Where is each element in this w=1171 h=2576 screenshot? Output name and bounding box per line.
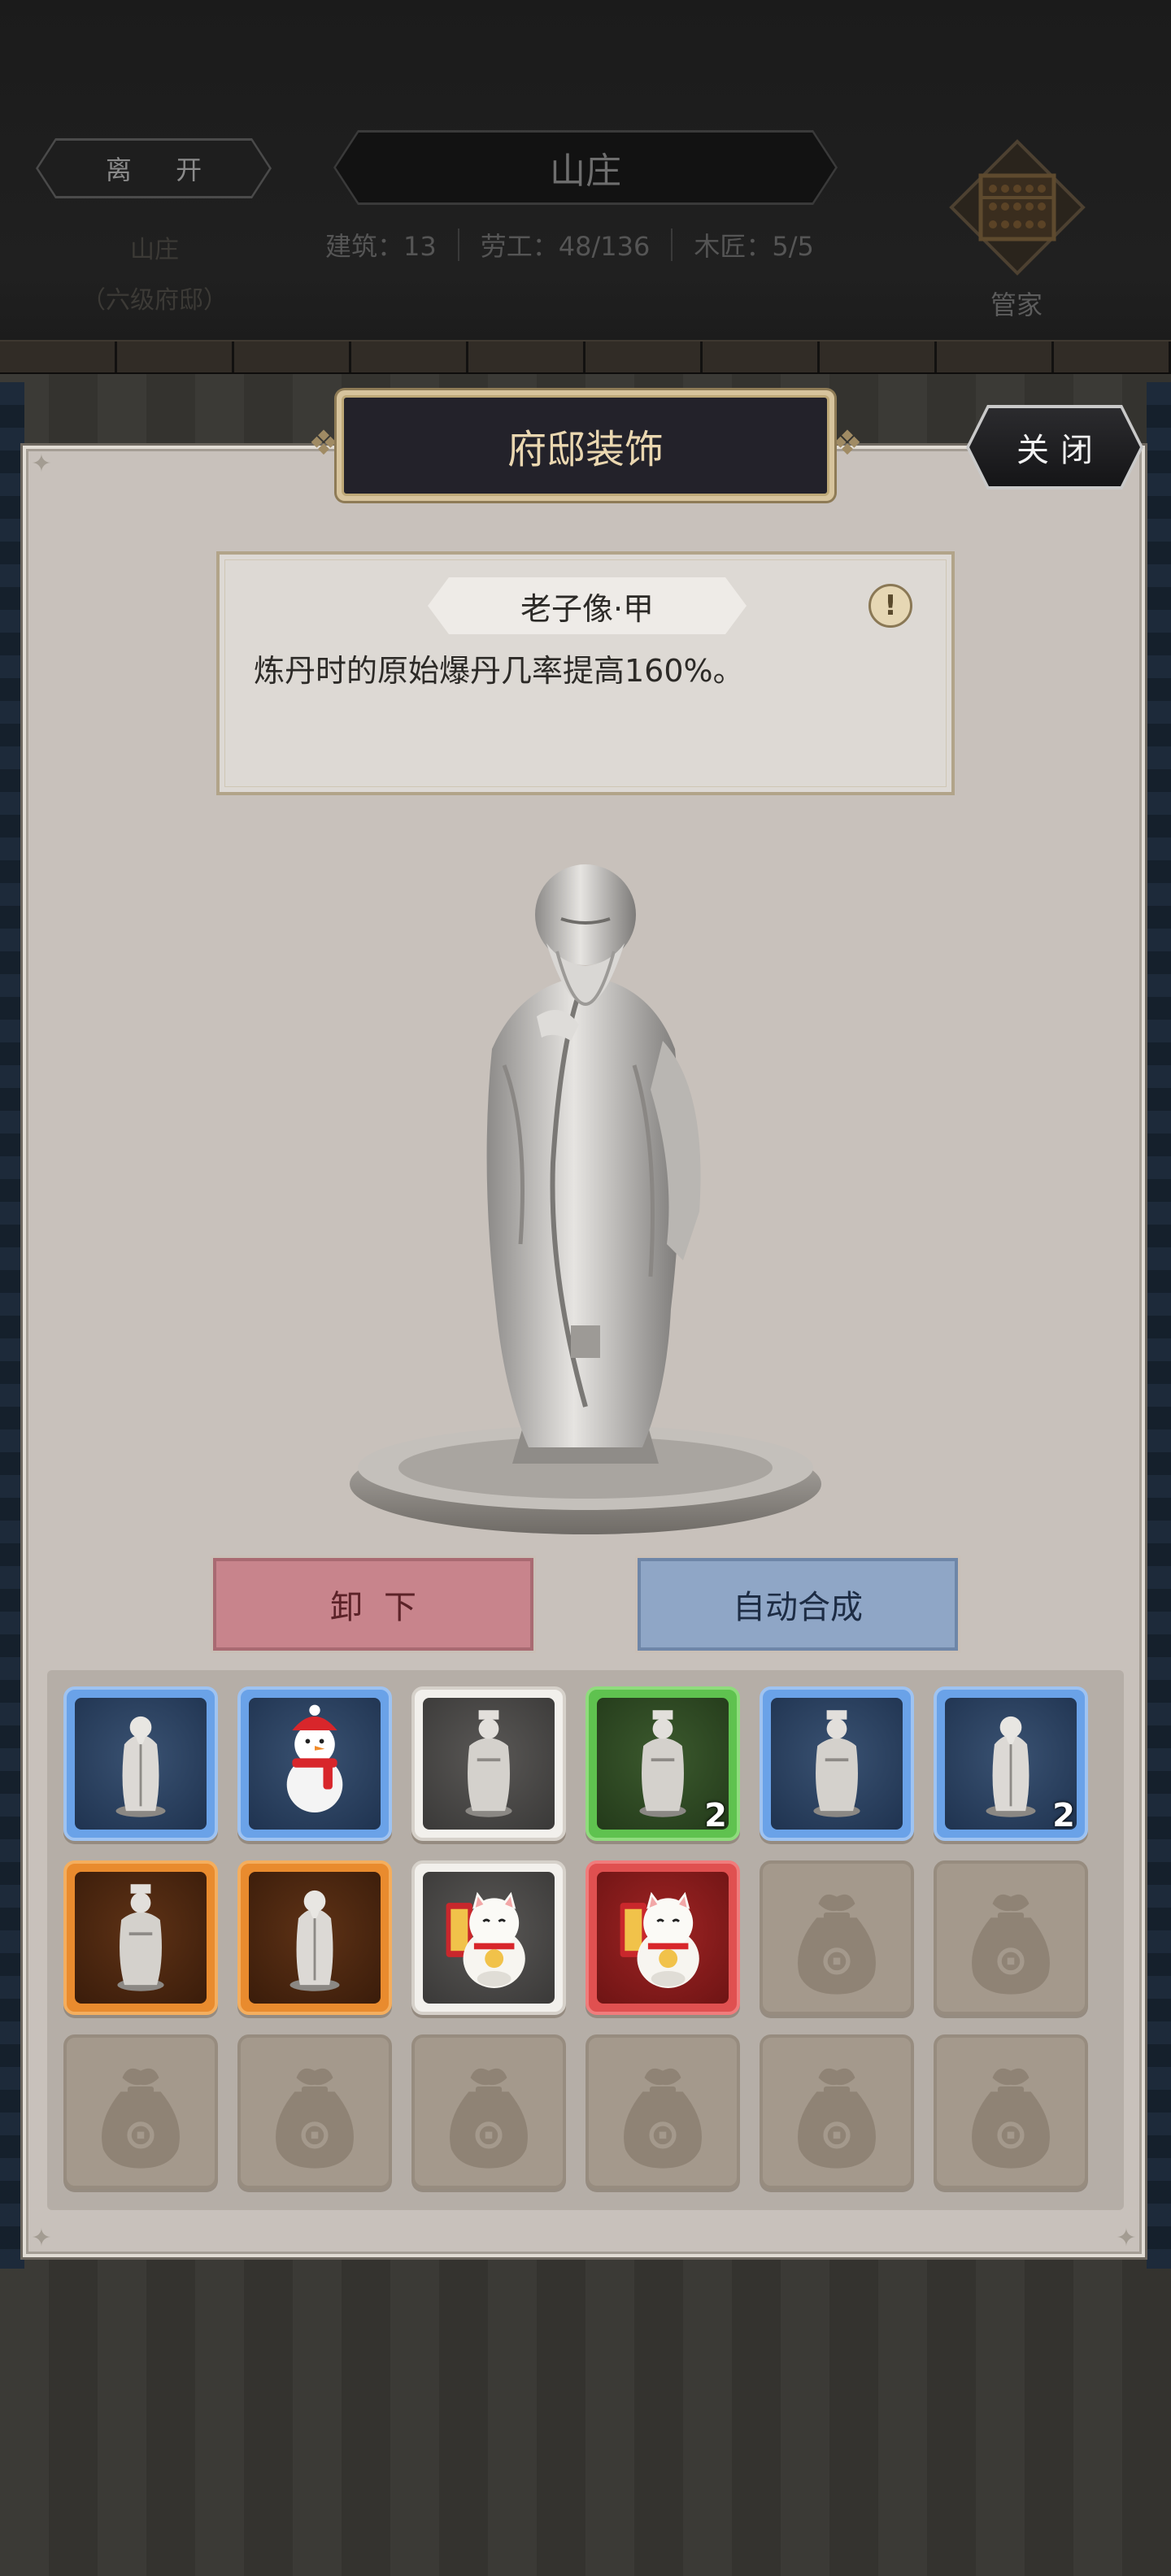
money-bag-icon: [415, 2038, 563, 2186]
stat-divider: [671, 228, 673, 261]
empty-inventory-slot[interactable]: [237, 2034, 392, 2189]
empty-inventory-slot[interactable]: [63, 2034, 218, 2189]
money-bag-icon: [937, 2038, 1085, 2186]
auto-merge-button[interactable]: 自动合成: [638, 1558, 958, 1651]
money-bag-icon: [937, 1864, 1085, 2012]
close-button-label: 关闭: [1016, 432, 1104, 469]
empty-inventory-slot[interactable]: [934, 2034, 1088, 2189]
panel-title-frame: 府邸装饰: [337, 390, 834, 501]
money-bag-icon: [763, 1864, 911, 2012]
location-name: 山庄: [130, 236, 179, 264]
sage-statue-icon: [771, 1698, 903, 1830]
inventory-slot-lucky-cat[interactable]: [586, 1860, 740, 2015]
inventory-slot-sage-statue[interactable]: [63, 1860, 218, 2015]
money-bag-icon: [589, 2038, 737, 2186]
close-button[interactable]: 关闭: [966, 405, 1143, 490]
estate-stats: 建筑：13 劳工：48/136 木匠：5/5: [325, 224, 814, 265]
stat-buildings: 建筑：13: [325, 231, 437, 262]
empty-inventory-slot[interactable]: [934, 1860, 1088, 2015]
roof-tile-strip: [0, 340, 1171, 374]
empty-inventory-slot[interactable]: [760, 2034, 914, 2189]
roof-tiles-left: [0, 382, 24, 2269]
corner-ornament: ✦: [31, 450, 52, 478]
stat-carpenters: 木匠：5/5: [694, 231, 814, 262]
inventory-slot-snowman[interactable]: [237, 1686, 392, 1841]
corner-ornament: ✦: [31, 2224, 52, 2252]
money-bag-icon: [763, 2038, 911, 2186]
item-name: 老子像·甲: [428, 577, 747, 634]
inventory-slot-laozi-statue[interactable]: [237, 1860, 392, 2015]
top-header: 离 开 山庄 （六级府邸） 山庄 建筑：13 劳工：48/136 木匠：5/5 …: [0, 0, 1171, 342]
estate-title: 山庄: [550, 150, 621, 192]
snowman-icon: [249, 1698, 381, 1830]
title-ornament-right: ❖: [832, 423, 863, 463]
lucky-cat-icon: [597, 1872, 729, 2004]
panel-title: 府邸装饰: [342, 395, 829, 496]
leave-button-label: 离 开: [105, 154, 220, 185]
empty-inventory-slot[interactable]: [411, 2034, 566, 2189]
lucky-cat-icon: [423, 1872, 555, 2004]
abacus-icon[interactable]: [948, 138, 1086, 276]
steward-label: 管家: [990, 289, 1043, 320]
location-level: （六级府邸）: [81, 286, 228, 315]
inventory-grid: 2 2: [47, 1670, 1124, 2210]
stat-laborers: 劳工：48/136: [480, 231, 651, 262]
inventory-slot-sage-statue[interactable]: [760, 1686, 914, 1841]
remove-button[interactable]: 卸下: [213, 1558, 533, 1651]
laozi-statue-icon: [249, 1872, 381, 2004]
leave-button[interactable]: 离 开: [36, 138, 272, 198]
title-ornament-left: ❖: [308, 423, 339, 463]
item-quantity: 2: [704, 1797, 727, 1834]
item-description: 炼丹时的原始爆丹几率提高160%。: [254, 653, 744, 689]
empty-inventory-slot[interactable]: [586, 2034, 740, 2189]
inventory-slot-lucky-cat[interactable]: [411, 1860, 566, 2015]
inventory-slot-sage-statue[interactable]: 2: [586, 1686, 740, 1841]
money-bag-icon: [241, 2038, 389, 2186]
inventory-slot-sage-statue[interactable]: [411, 1686, 566, 1841]
info-icon[interactable]: !: [868, 584, 912, 628]
money-bag-icon: [67, 2038, 215, 2186]
inventory-slot-laozi-statue[interactable]: [63, 1686, 218, 1841]
inventory-slot-laozi-statue[interactable]: 2: [934, 1686, 1088, 1841]
item-info-box: 老子像·甲 ! 炼丹时的原始爆丹几率提高160%。: [216, 551, 955, 795]
sage-statue-icon: [75, 1872, 207, 2004]
stat-divider: [457, 228, 459, 261]
laozi-statue-illustration: [342, 821, 829, 1553]
sage-statue-icon: [423, 1698, 555, 1830]
laozi-statue-icon: [75, 1698, 207, 1830]
estate-title-banner: 山庄: [333, 130, 838, 205]
corner-ornament: ✦: [1116, 2224, 1137, 2252]
item-quantity: 2: [1052, 1797, 1075, 1834]
roof-tiles-right: [1147, 382, 1171, 2269]
empty-inventory-slot[interactable]: [760, 1860, 914, 2015]
